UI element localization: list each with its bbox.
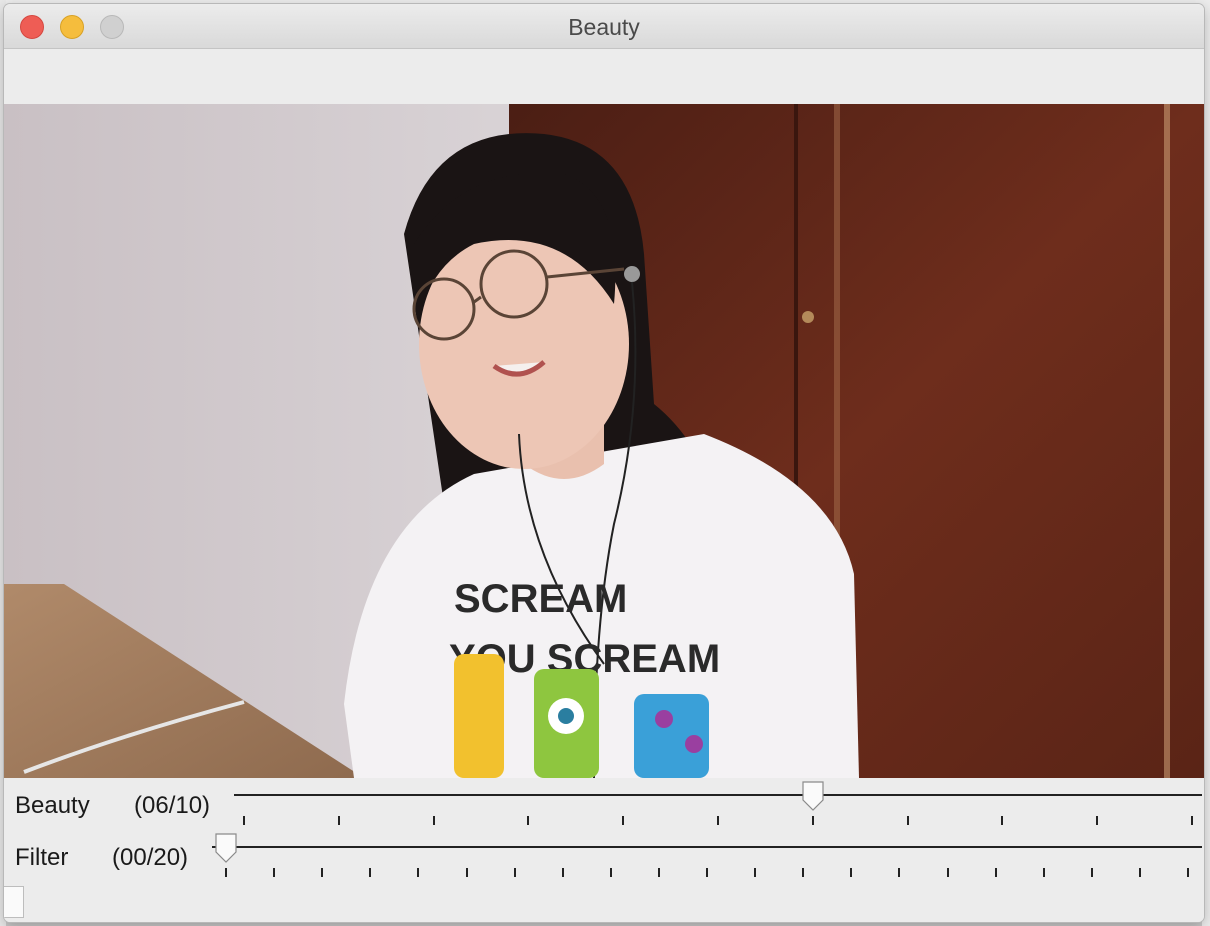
beauty-slider-tick	[906, 816, 909, 825]
status-box	[4, 886, 24, 918]
toolbar-area	[4, 49, 1204, 104]
filter-slider-tick	[657, 868, 660, 877]
filter-value: (00/20)	[112, 844, 189, 871]
filter-slider-tick	[994, 868, 997, 877]
beauty-slider-tick	[811, 816, 814, 825]
filter-slider-tick	[1138, 868, 1141, 877]
filter-slider-thumb[interactable]	[214, 832, 238, 864]
filter-slider-tick	[369, 868, 372, 877]
filter-slider-tick	[609, 868, 612, 877]
filter-slider-tick	[706, 868, 708, 877]
filter-slider-tick	[417, 868, 420, 877]
filter-slider-tick	[321, 868, 324, 877]
title-bar[interactable]: Beauty	[4, 4, 1204, 49]
video-frame: SCREAM YOU SCREAM	[4, 104, 1204, 778]
filter-slider-tick	[1042, 868, 1045, 877]
filter-slider-tick	[802, 868, 805, 877]
beauty-slider-tick	[1096, 816, 1099, 825]
beauty-slider-tick	[622, 816, 625, 825]
filter-slider-tick	[273, 868, 276, 877]
filter-slider-tick	[898, 868, 901, 877]
filter-slider-tick	[561, 868, 564, 877]
filter-slider[interactable]	[212, 832, 1202, 882]
beauty-slider[interactable]	[234, 780, 1202, 830]
beauty-slider-tick	[1191, 816, 1193, 825]
beauty-slider-tick	[243, 816, 245, 825]
webcam-image: SCREAM YOU SCREAM	[4, 104, 1204, 778]
beauty-slider-track[interactable]	[234, 794, 1202, 796]
beauty-slider-tick	[717, 816, 719, 825]
beauty-slider-tick	[432, 816, 435, 825]
filter-slider-track[interactable]	[212, 846, 1202, 848]
filter-slider-tick	[850, 868, 853, 877]
shirt-print-line1: SCREAM	[454, 577, 627, 621]
filter-slider-tick	[946, 868, 949, 877]
window-title: Beauty	[568, 14, 640, 40]
filter-slider-tick	[1090, 868, 1093, 877]
beauty-slider-ticks	[234, 816, 1202, 826]
filter-slider-tick	[225, 868, 227, 877]
beauty-slider-tick	[527, 816, 530, 825]
filter-slider-tick	[465, 868, 468, 877]
filter-slider-ticks	[212, 868, 1202, 878]
filter-label: Filter	[15, 844, 69, 871]
beauty-label: Beauty	[15, 792, 90, 819]
beauty-value: (06/10)	[134, 792, 211, 819]
beauty-slider-tick	[337, 816, 340, 825]
filter-slider-tick	[1187, 868, 1189, 877]
beauty-slider-thumb[interactable]	[801, 780, 825, 812]
beauty-slider-tick	[1001, 816, 1004, 825]
filter-slider-tick	[513, 868, 516, 877]
app-window: Beauty SCREAM YOU SCREAM Beauty (06/10) …	[4, 4, 1204, 922]
controls-panel: Beauty (06/10) Filter (00/20)	[4, 778, 1204, 922]
filter-slider-tick	[754, 868, 757, 877]
